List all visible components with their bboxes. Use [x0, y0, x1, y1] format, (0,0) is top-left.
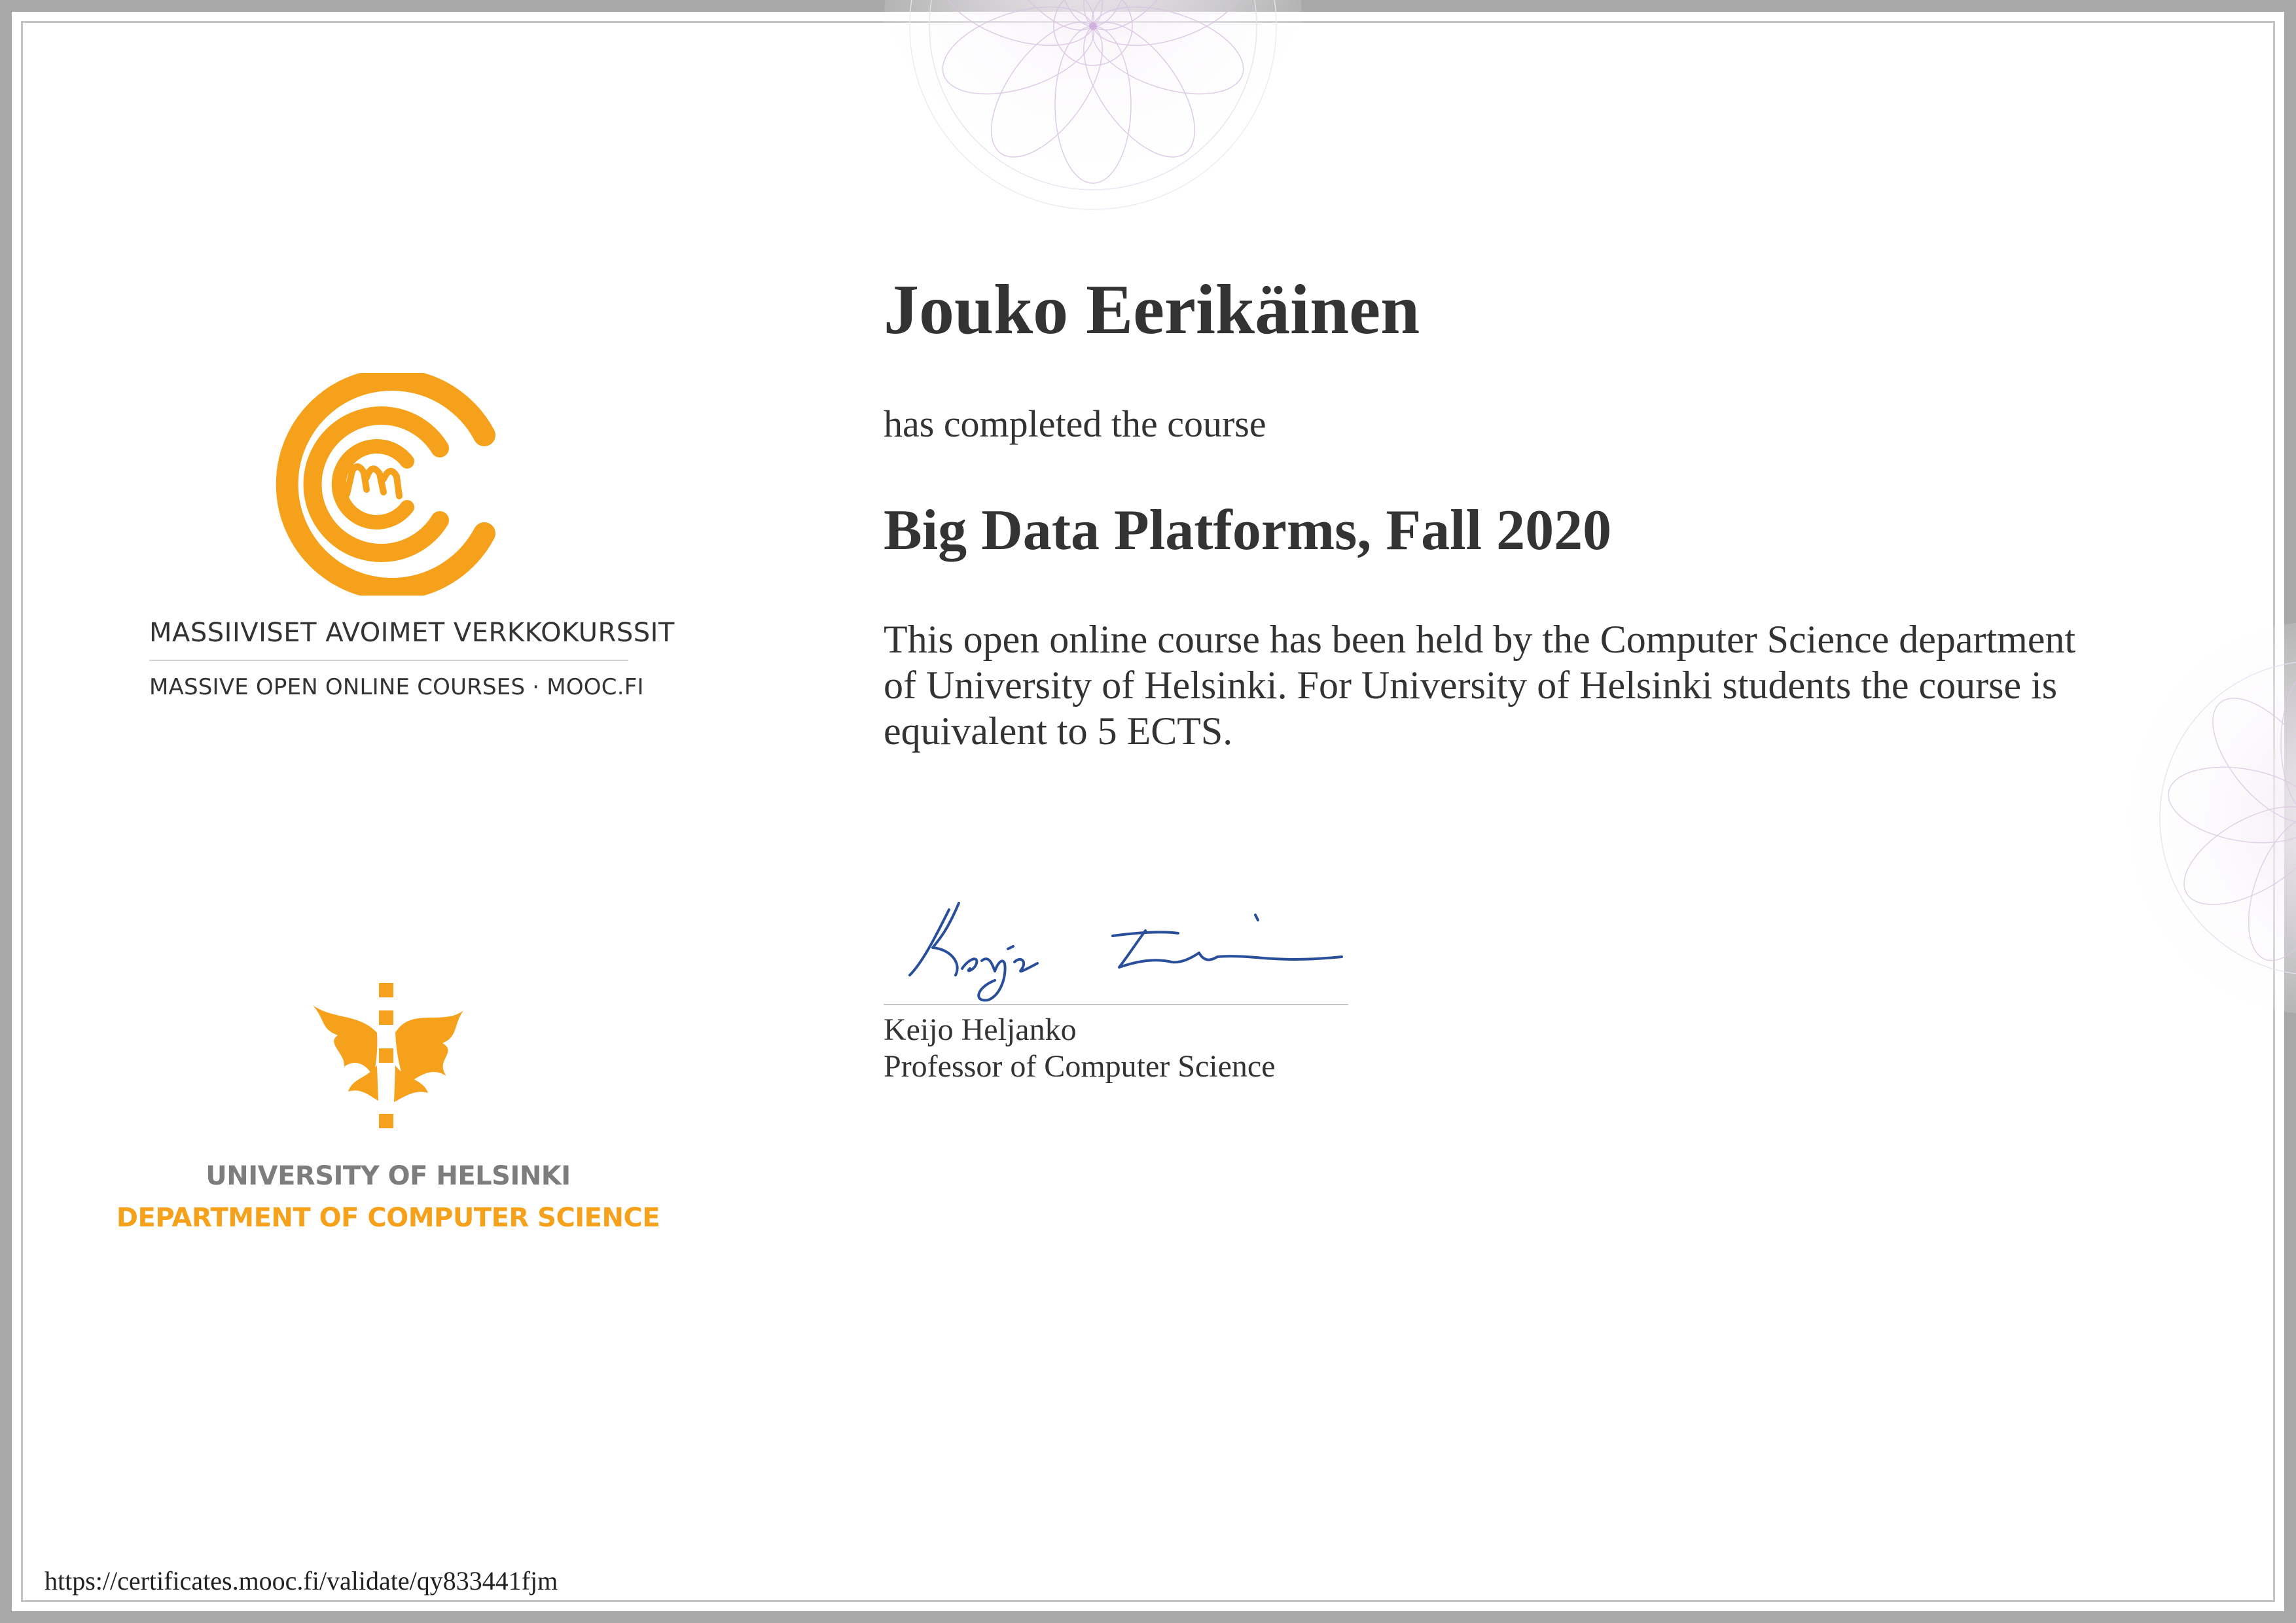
completed-text: has completed the course — [884, 402, 1266, 445]
signature-line — [884, 1004, 1348, 1005]
rosette-watermark-right — [2121, 622, 2296, 1014]
university-name: UNIVERSITY OF HELSINKI — [206, 1161, 571, 1191]
department-name: DEPARTMENT OF COMPUTER SCIENCE — [116, 1203, 660, 1233]
course-description: This open online course has been held by… — [884, 618, 2076, 753]
certificate-page: MASSIIVISET AVOIMET VERKKOKURSSIT MASSIV… — [0, 0, 2296, 1623]
rosette-watermark-top — [884, 0, 1302, 236]
recipient-name: Jouko Eerikäinen — [884, 271, 1420, 349]
mooc-tagline-finnish: MASSIIVISET AVOIMET VERKKOKURSSIT — [149, 618, 675, 648]
mooc-spiral-logo-icon — [276, 373, 495, 596]
signatory-name: Keijo Heljanko — [884, 1012, 1077, 1047]
course-title: Big Data Platforms, Fall 2020 — [884, 499, 1612, 562]
handwritten-signature-icon — [908, 902, 1343, 1002]
helsinki-flame-logo-icon — [313, 983, 463, 1128]
signatory-title: Professor of Computer Science — [884, 1049, 1276, 1084]
validation-url[interactable]: https://certificates.mooc.fi/validate/qy… — [45, 1565, 558, 1596]
mooc-divider — [149, 660, 628, 661]
mooc-tagline-english: MASSIVE OPEN ONLINE COURSES · MOOC.FI — [149, 674, 644, 700]
